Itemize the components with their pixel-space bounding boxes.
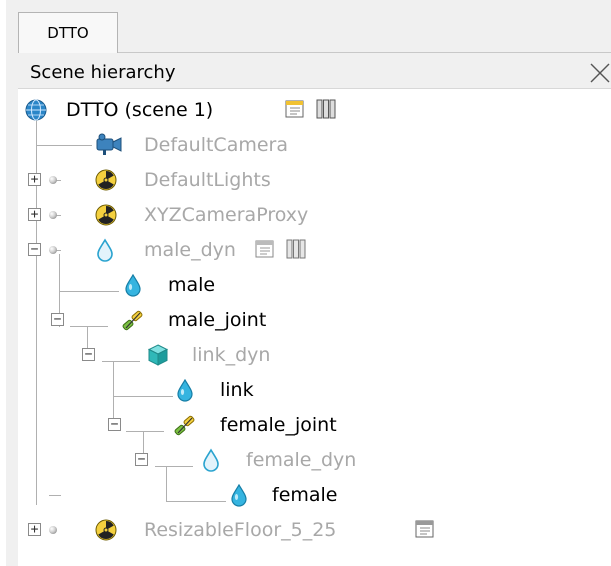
drop-icon — [231, 483, 247, 507]
tree-item-female[interactable]: female — [22, 480, 422, 510]
tree-item-label: DTTO (scene 1) — [66, 99, 214, 121]
tree-item-link-dyn[interactable]: − link_dyn — [22, 340, 422, 370]
tree-item-default-lights[interactable]: + DefaultLights — [22, 165, 422, 195]
tree-item-label: female_dyn — [246, 449, 357, 471]
radiation-icon — [95, 169, 117, 191]
tree-item-male-joint[interactable]: − male_joint — [22, 305, 422, 335]
tree-item-female-dyn[interactable]: − female_dyn — [22, 445, 422, 475]
visibility-dot[interactable] — [49, 176, 57, 184]
tree-item-default-camera[interactable]: DefaultCamera — [22, 130, 422, 160]
tree-item-label: male — [168, 274, 216, 296]
expand-toggle[interactable]: + — [28, 208, 41, 221]
panel-header: Scene hierarchy — [18, 60, 611, 89]
drop-icon — [203, 448, 219, 472]
tree-item-label: link — [220, 379, 254, 401]
collapse-toggle[interactable]: − — [51, 313, 64, 326]
tree-item-label: male_joint — [168, 309, 267, 331]
collapse-toggle[interactable]: − — [82, 348, 95, 361]
camera-icon — [96, 133, 122, 155]
tree-item-label: DefaultLights — [144, 169, 271, 191]
data-icon[interactable] — [285, 238, 307, 260]
tree-item-resizable-floor[interactable]: + ResizableFloor_5_25 — [22, 515, 472, 545]
expand-toggle[interactable]: + — [28, 173, 41, 186]
tree-item-label: male_dyn — [144, 239, 236, 261]
tree-item-female-joint[interactable]: − female_joint — [22, 410, 422, 440]
tree-item-label: female_joint — [220, 414, 337, 436]
visibility-dot[interactable] — [49, 526, 57, 534]
joint-icon — [122, 310, 143, 331]
tree-item-link[interactable]: link — [22, 375, 422, 405]
joint-icon — [174, 415, 195, 436]
globe-icon — [25, 99, 47, 121]
close-icon[interactable] — [585, 58, 611, 88]
radiation-icon — [95, 519, 117, 541]
tree-item-male[interactable]: male — [22, 270, 422, 300]
left-edge — [0, 0, 6, 566]
collapse-toggle[interactable]: − — [108, 418, 121, 431]
tab-divider — [118, 52, 611, 53]
collapse-toggle[interactable]: − — [28, 243, 41, 256]
tree-item-label: female — [272, 484, 338, 506]
expand-toggle[interactable]: + — [28, 523, 41, 536]
radiation-icon — [95, 204, 117, 226]
tree-item-label: XYZCameraProxy — [144, 204, 309, 226]
collapse-toggle[interactable]: − — [135, 453, 148, 466]
tab-dtto[interactable]: DTTO — [18, 12, 118, 53]
drop-icon — [97, 238, 113, 262]
tree-item-scene[interactable]: DTTO (scene 1) — [22, 95, 422, 125]
cube-icon — [147, 344, 169, 366]
data-icon[interactable] — [315, 98, 337, 120]
tree-item-label: link_dyn — [192, 344, 271, 366]
panel-title: Scene hierarchy — [30, 62, 176, 83]
tree-item-label: DefaultCamera — [144, 134, 288, 156]
tree-item-male-dyn[interactable]: − male_dyn — [22, 235, 422, 265]
drop-icon — [177, 378, 193, 402]
visibility-dot[interactable] — [49, 246, 57, 254]
visibility-dot[interactable] — [49, 211, 57, 219]
script-icon[interactable] — [414, 518, 436, 540]
drop-icon — [125, 273, 141, 297]
tree-item-xyz-camera-proxy[interactable]: + XYZCameraProxy — [22, 200, 422, 230]
script-icon[interactable] — [284, 98, 306, 120]
tree-item-label: ResizableFloor_5_25 — [144, 519, 337, 541]
script-icon[interactable] — [254, 238, 276, 260]
